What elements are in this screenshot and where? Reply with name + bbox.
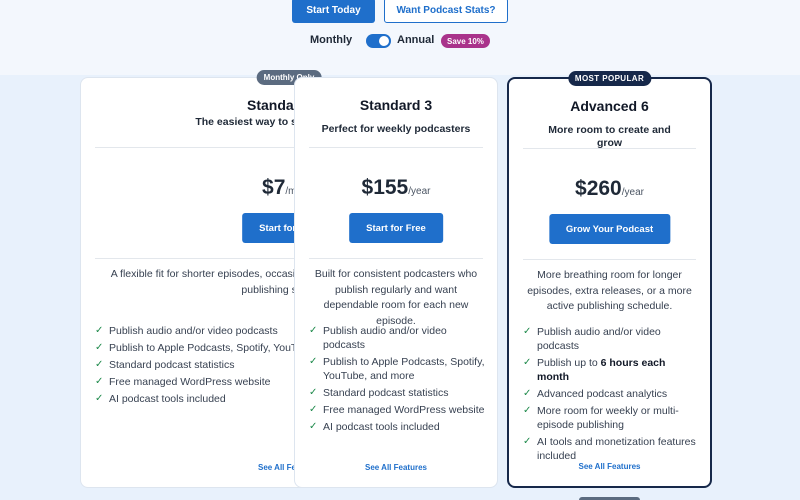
feature-item: ✓ Advanced podcast analytics [523, 388, 668, 400]
feature-item: ✓ Publish audio and/or video podcasts [523, 326, 661, 352]
want-podcast-stats-button[interactable]: Want Podcast Stats? [384, 0, 508, 23]
monthly-label[interactable]: Monthly [310, 34, 352, 46]
check-icon: ✓ [95, 376, 104, 387]
feature-item: ✓ Publish audio and/or video podcasts [309, 325, 447, 351]
check-icon: ✓ [309, 356, 318, 367]
feature-item: ✓ Free managed WordPress website [309, 404, 485, 416]
price-amount: $155 [361, 176, 409, 199]
check-icon: ✓ [309, 404, 318, 415]
divider [309, 258, 483, 259]
check-icon: ✓ [523, 388, 532, 399]
plan-price: $155/year [295, 176, 497, 200]
billing-toggle-row: Monthly Annual Save 10% [0, 32, 800, 50]
plan-title: Standard 3 [359, 97, 433, 113]
plan-description: More breathing room for longer episodes,… [527, 269, 692, 312]
divider [523, 148, 696, 149]
save-badge: Save 10% [441, 34, 490, 48]
plan-title: Advanced 6 [570, 98, 649, 114]
feature-item: ✓ AI podcast tools included [309, 421, 440, 433]
most-popular-badge: MOST POPULAR [567, 71, 652, 86]
plan-subtitle: More room to create and grow [548, 124, 671, 149]
start-today-button[interactable]: Start Today [292, 0, 375, 23]
check-icon: ✓ [95, 342, 104, 353]
plan-price: $260/year [509, 177, 710, 201]
check-icon: ✓ [95, 325, 104, 336]
feature-item: ✓ AI tools and monetization features incl… [523, 436, 696, 462]
check-icon: ✓ [95, 393, 104, 404]
feature-item: ✓ Standard podcast statistics [309, 387, 449, 399]
toggle-knob [379, 36, 389, 46]
check-icon: ✓ [309, 325, 318, 336]
feature-item: ✓ Publish up to 6 hours each month [523, 357, 666, 383]
check-icon: ✓ [523, 405, 532, 416]
divider [523, 259, 696, 260]
plan-description: Built for consistent podcasters who publ… [314, 268, 478, 327]
plan-card-standard-3: Standard 3 Perfect for weekly podcasters… [294, 77, 498, 488]
check-icon: ✓ [309, 387, 318, 398]
plan-subtitle: Perfect for weekly podcasters [321, 123, 471, 135]
feature-item: ✓ Publish to Apple Podcasts, Spotify, You… [309, 356, 485, 382]
annual-label[interactable]: Annual [397, 34, 434, 46]
feature-item: ✓ More room for weekly or multi-episode p… [523, 405, 679, 431]
price-period: /year [621, 187, 644, 198]
grow-your-podcast-button[interactable]: Grow Your Podcast [548, 214, 671, 244]
see-all-features-link[interactable]: See All Features [295, 463, 497, 472]
price-period: /year [408, 186, 431, 197]
billing-period-toggle[interactable] [366, 34, 391, 48]
divider [309, 147, 483, 148]
check-icon: ✓ [309, 421, 318, 432]
feature-list: ✓ Publish audio and/or video podcasts ✓ Pu… [523, 325, 700, 466]
price-amount: $260 [575, 177, 622, 200]
feature-list: ✓ Publish audio and/or video podcasts ✓ Pu… [309, 324, 487, 437]
start-for-free-button[interactable]: Start for Free [349, 213, 443, 243]
price-amount: $7 [262, 176, 286, 199]
check-icon: ✓ [95, 359, 104, 370]
check-icon: ✓ [523, 357, 532, 368]
plan-card-advanced-6: MOST POPULAR Advanced 6 More room to cre… [507, 71, 712, 488]
check-icon: ✓ [523, 326, 532, 337]
check-icon: ✓ [523, 436, 532, 447]
see-all-features-link[interactable]: See All Features [509, 462, 710, 471]
